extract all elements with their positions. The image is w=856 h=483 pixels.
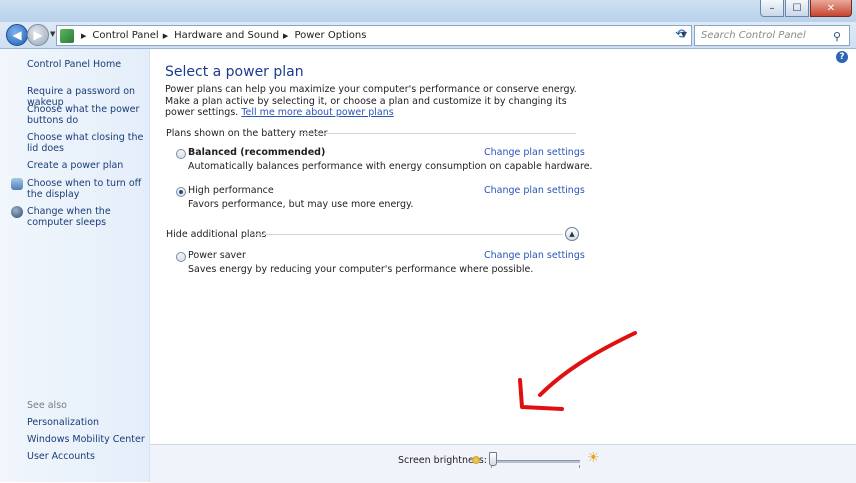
minimize-button[interactable]: – bbox=[760, 0, 784, 17]
display-icon bbox=[11, 178, 23, 190]
plan-balanced-name[interactable]: Balanced (recommended) bbox=[188, 147, 325, 158]
change-plan-settings-power-saver[interactable]: Change plan settings bbox=[484, 250, 585, 261]
recent-pages-dropdown-icon[interactable]: ▼ bbox=[50, 30, 55, 38]
hide-additional-plans-header[interactable]: Hide additional plans bbox=[166, 229, 266, 240]
radio-balanced[interactable] bbox=[176, 149, 186, 159]
left-navigation-pane: Control Panel Home Require a password on… bbox=[0, 49, 150, 482]
group-divider bbox=[301, 133, 576, 134]
power-options-window: – ☐ ✕ ◀ ▶ ▼ ▶ Control Panel ▶ Hardware a… bbox=[0, 0, 856, 483]
breadcrumb-control-panel[interactable]: Control Panel bbox=[92, 30, 158, 41]
plan-power-saver-description: Saves energy by reducing your computer's… bbox=[188, 264, 534, 275]
sidebar-item-power-buttons[interactable]: Choose what the power buttons do bbox=[27, 104, 145, 126]
search-input[interactable]: Search Control Panel bbox=[695, 30, 833, 41]
dim-sun-icon bbox=[472, 456, 480, 464]
refresh-icon[interactable]: ⟲ bbox=[671, 25, 690, 44]
radio-high-performance[interactable] bbox=[176, 187, 186, 197]
chevron-right-icon[interactable]: ▶ bbox=[81, 32, 86, 40]
sidebar-item-control-panel-home[interactable]: Control Panel Home bbox=[27, 59, 145, 70]
forward-arrow-icon: ▶ bbox=[33, 28, 43, 42]
plan-high-performance-description: Favors performance, but may use more ene… bbox=[188, 199, 414, 210]
caption-buttons: – ☐ ✕ bbox=[759, 0, 852, 17]
control-panel-icon bbox=[60, 28, 74, 43]
sidebar-item-closing-lid[interactable]: Choose what closing the lid does bbox=[27, 132, 145, 154]
navigation-bar: ◀ ▶ ▼ ▶ Control Panel ▶ Hardware and Sou… bbox=[0, 22, 856, 49]
plan-power-saver-name[interactable]: Power saver bbox=[188, 250, 246, 261]
forward-button[interactable]: ▶ bbox=[27, 24, 49, 46]
slider-tick bbox=[579, 465, 580, 468]
tell-me-more-link[interactable]: Tell me more about power plans bbox=[241, 107, 393, 118]
brightness-slider-track[interactable] bbox=[490, 460, 580, 463]
chevron-right-icon[interactable]: ▶ bbox=[283, 32, 288, 40]
see-also-user-accounts[interactable]: User Accounts bbox=[27, 451, 145, 462]
radio-power-saver[interactable] bbox=[176, 252, 186, 262]
page-title: Select a power plan bbox=[165, 64, 304, 80]
sidebar-item-turn-off-display[interactable]: Choose when to turn off the display bbox=[27, 178, 145, 200]
chevron-right-icon[interactable]: ▶ bbox=[163, 32, 168, 40]
see-also-heading: See also bbox=[27, 400, 67, 411]
bright-sun-icon: ☀ bbox=[587, 450, 600, 466]
maximize-button[interactable]: ☐ bbox=[785, 0, 809, 17]
sidebar-item-computer-sleeps[interactable]: Change when the computer sleeps bbox=[27, 206, 145, 228]
title-bar: – ☐ ✕ bbox=[0, 0, 856, 22]
intro-text: Power plans can help you maximize your c… bbox=[165, 84, 585, 119]
back-button[interactable]: ◀ bbox=[6, 24, 28, 46]
plan-high-performance-name[interactable]: High performance bbox=[188, 185, 274, 196]
main-content: ? Select a power plan Power plans can he… bbox=[150, 49, 856, 482]
sidebar-item-create-plan[interactable]: Create a power plan bbox=[27, 160, 145, 171]
brightness-slider-thumb[interactable] bbox=[489, 452, 497, 466]
sleep-moon-icon bbox=[11, 206, 23, 218]
close-button[interactable]: ✕ bbox=[810, 0, 852, 17]
see-also-mobility-center[interactable]: Windows Mobility Center bbox=[27, 434, 145, 445]
breadcrumb-power-options[interactable]: Power Options bbox=[294, 30, 366, 41]
address-bar[interactable]: ▶ Control Panel ▶ Hardware and Sound ▶ P… bbox=[56, 25, 692, 46]
chevron-up-icon[interactable]: ▲ bbox=[565, 227, 579, 241]
change-plan-settings-high-performance[interactable]: Change plan settings bbox=[484, 185, 585, 196]
see-also-personalization[interactable]: Personalization bbox=[27, 417, 145, 428]
brightness-bar: Screen brightness: ☀ bbox=[150, 444, 856, 483]
group-divider bbox=[253, 234, 563, 235]
back-arrow-icon: ◀ bbox=[12, 28, 22, 42]
search-icon[interactable]: ⚲ bbox=[833, 30, 845, 43]
change-plan-settings-balanced[interactable]: Change plan settings bbox=[484, 147, 585, 158]
breadcrumb-hardware-and-sound[interactable]: Hardware and Sound bbox=[174, 30, 279, 41]
search-box[interactable]: Search Control Panel ⚲ bbox=[694, 25, 850, 46]
plan-balanced-description: Automatically balances performance with … bbox=[188, 161, 593, 172]
help-icon[interactable]: ? bbox=[836, 51, 848, 63]
